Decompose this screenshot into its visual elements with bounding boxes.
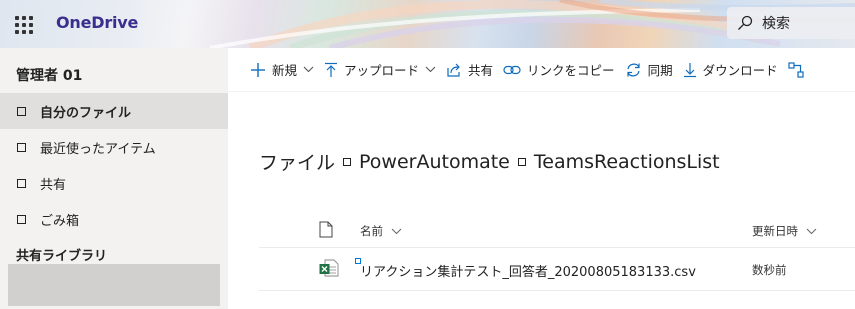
search-placeholder: 検索 bbox=[762, 16, 790, 32]
breadcrumb-separator-icon bbox=[517, 157, 526, 166]
nav-item-label: 最近使ったアイテム bbox=[40, 141, 156, 157]
search-icon bbox=[738, 15, 753, 30]
app-brand-link[interactable]: OneDrive bbox=[56, 13, 138, 32]
link-icon bbox=[503, 65, 521, 74]
download-button[interactable]: ダウンロード bbox=[678, 48, 783, 91]
waffle-icon[interactable] bbox=[10, 11, 36, 37]
breadcrumb-powerautomate[interactable]: PowerAutomate bbox=[359, 151, 510, 173]
flow-icon bbox=[787, 61, 804, 78]
command-bar: 新規 アップロード 共有 リンクをコピー 同期 ダウンロード bbox=[228, 48, 855, 92]
breadcrumb-separator-icon bbox=[343, 157, 352, 166]
table-row[interactable]: リアクション集計テスト_回答者_20200805183133.csv 数秒前 bbox=[259, 248, 855, 291]
download-label: ダウンロード bbox=[702, 63, 778, 78]
chevron-down-icon bbox=[303, 66, 314, 73]
search-box[interactable]: 検索 bbox=[727, 7, 855, 39]
chevron-down-icon bbox=[391, 228, 402, 234]
shared-libraries-placeholder bbox=[8, 264, 220, 306]
my-files-icon bbox=[17, 106, 26, 116]
breadcrumb-current-folder: TeamsReactionsList bbox=[533, 150, 720, 173]
shared-icon bbox=[17, 178, 26, 188]
chevron-down-icon bbox=[425, 66, 436, 73]
file-name-link[interactable]: リアクション集計テスト_回答者_20200805183133.csv bbox=[360, 261, 696, 280]
upload-label: アップロード bbox=[344, 63, 420, 78]
name-column-label: 名前 bbox=[360, 224, 383, 238]
plus-icon bbox=[251, 62, 265, 77]
breadcrumb: ファイル PowerAutomate TeamsReactionsList bbox=[259, 148, 720, 175]
shared-libraries-heading: 共有ライブラリ bbox=[16, 249, 108, 264]
more-commands-button[interactable] bbox=[783, 48, 809, 91]
file-modified: 数秒前 bbox=[752, 263, 787, 277]
sync-label: 同期 bbox=[647, 63, 673, 78]
upload-icon bbox=[325, 62, 338, 77]
recent-icon bbox=[17, 142, 26, 152]
nav-item-recycle-bin[interactable]: ごみ箱 bbox=[0, 201, 228, 237]
copy-link-button[interactable]: リンクをコピー bbox=[498, 48, 620, 91]
nav-item-label: 共有 bbox=[40, 177, 67, 193]
nav-item-recent[interactable]: 最近使ったアイテム bbox=[0, 129, 228, 165]
modified-column-label: 更新日時 bbox=[752, 224, 798, 238]
copy-link-label: リンクをコピー bbox=[527, 63, 615, 78]
file-list-header: 名前 更新日時 bbox=[259, 212, 855, 248]
new-label: 新規 bbox=[272, 63, 298, 78]
nav-item-shared[interactable]: 共有 bbox=[0, 165, 228, 201]
file-type-column-icon[interactable] bbox=[319, 221, 333, 238]
share-button[interactable]: 共有 bbox=[441, 48, 498, 91]
chevron-down-icon bbox=[806, 228, 817, 234]
nav-item-label: ごみ箱 bbox=[40, 213, 80, 229]
sync-icon bbox=[626, 63, 640, 76]
recycle-bin-icon bbox=[17, 214, 26, 224]
excel-csv-icon bbox=[319, 259, 339, 277]
upload-button[interactable]: アップロード bbox=[319, 48, 441, 91]
nav-item-my-files[interactable]: 自分のファイル bbox=[0, 93, 228, 129]
modified-column-header[interactable]: 更新日時 bbox=[752, 223, 817, 239]
breadcrumb-files[interactable]: ファイル bbox=[259, 148, 335, 175]
download-icon bbox=[683, 62, 696, 77]
share-icon bbox=[447, 63, 460, 77]
new-button[interactable]: 新規 bbox=[228, 48, 319, 91]
user-name: 管理者 01 bbox=[16, 68, 83, 84]
nav-item-label: 自分のファイル bbox=[40, 105, 132, 121]
name-column-header[interactable]: 名前 bbox=[360, 223, 402, 239]
share-label: 共有 bbox=[468, 63, 494, 78]
suite-header: OneDrive 検索 bbox=[0, 0, 855, 48]
sync-button[interactable]: 同期 bbox=[620, 48, 678, 91]
left-navigation: 管理者 01 自分のファイル 最近使ったアイテム 共有 ごみ箱 共有ライブラリ bbox=[0, 48, 228, 309]
